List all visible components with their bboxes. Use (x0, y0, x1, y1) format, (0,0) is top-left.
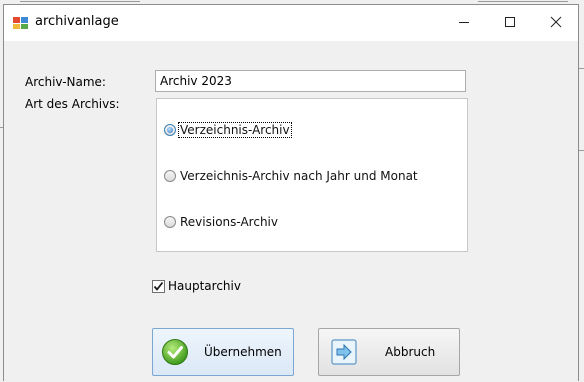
cancel-button[interactable]: Abbruch (318, 328, 460, 376)
close-icon (550, 16, 562, 31)
radio-label: Verzeichnis-Archiv nach Jahr und Monat (180, 169, 418, 183)
archive-name-input[interactable] (155, 70, 466, 92)
ok-button[interactable]: Übernehmen (152, 328, 294, 376)
close-button[interactable] (534, 5, 578, 41)
background-divider (579, 68, 584, 69)
window-title: archivanlage (35, 14, 119, 29)
radio-verzeichnis-archiv-jahr-monat[interactable]: Verzeichnis-Archiv nach Jahr und Monat (164, 169, 419, 183)
cancel-button-label: Abbruch (385, 345, 436, 359)
arrow-right-icon (331, 339, 357, 365)
radio-revisions-archiv[interactable]: Revisions-Archiv (164, 215, 279, 229)
maximize-button[interactable] (488, 5, 532, 41)
radio-selected-icon (164, 124, 176, 136)
background-text-fragment (478, 1, 568, 2)
radio-unselected-icon (164, 170, 176, 182)
background-text-fragment (20, 1, 140, 2)
minimize-button[interactable] (442, 5, 486, 41)
checkmark-icon (161, 338, 189, 366)
main-archive-checkbox[interactable] (152, 279, 165, 293)
checkmark-icon (153, 281, 164, 291)
archive-name-label: Archiv-Name: (25, 75, 106, 89)
background-divider (579, 150, 584, 151)
radio-label: Revisions-Archiv (180, 215, 278, 229)
radio-verzeichnis-archiv[interactable]: Verzeichnis-Archiv (164, 122, 292, 138)
dialog-window: archivanlage Archiv-Name: Art des Archiv… (3, 4, 579, 381)
radio-unselected-icon (164, 216, 176, 228)
dialog-content: Archiv-Name: Art des Archivs: Verzeichni… (4, 41, 578, 382)
radio-label: Verzeichnis-Archiv (178, 122, 292, 138)
archive-type-group: Verzeichnis-Archiv Verzeichnis-Archiv na… (156, 98, 468, 252)
main-archive-checkbox-row[interactable]: Hauptarchiv (152, 279, 241, 293)
minimize-icon (458, 16, 470, 31)
title-bar[interactable]: archivanlage (4, 5, 578, 41)
main-archive-label: Hauptarchiv (168, 279, 241, 293)
archive-type-label: Art des Archivs: (25, 97, 120, 111)
maximize-icon (504, 16, 516, 31)
ok-button-label: Übernehmen (204, 345, 282, 359)
window-app-icon (13, 16, 29, 30)
